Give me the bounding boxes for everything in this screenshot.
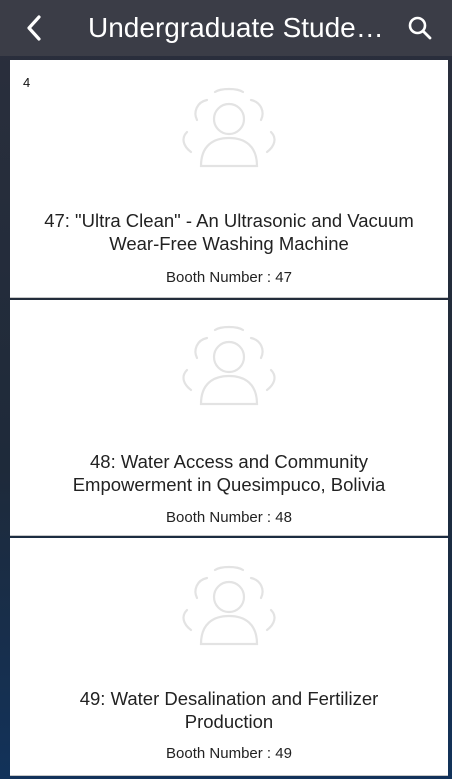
group-avatar-icon <box>182 87 276 168</box>
search-button[interactable] <box>404 12 436 44</box>
project-title: 47: "Ultra Clean" - An Ultrasonic and Va… <box>20 209 438 255</box>
project-list: 4 47: "Ultra Clean" - An Ultrasonic and … <box>10 60 448 778</box>
project-card-49[interactable]: 49: Water Desalination and Fertilizer Pr… <box>10 538 448 776</box>
booth-number: Booth Number : 47 <box>166 269 292 286</box>
project-title-line: Production <box>184 711 274 732</box>
project-card-48[interactable]: 48: Water Access and Community Empowerme… <box>10 300 448 536</box>
project-title: 49: Water Desalination and Fertilizer Pr… <box>20 687 438 733</box>
project-card-47[interactable]: 4 47: "Ultra Clean" - An Ultrasonic and … <box>10 60 448 298</box>
project-title-line: Empowerment in Quesimpuco, Bolivia <box>72 474 386 495</box>
page-title: Undergraduate Student… <box>88 12 388 43</box>
group-avatar-icon <box>182 565 276 646</box>
project-title-line: 49: Water Desalination and Fertilizer <box>79 688 379 709</box>
booth-number: Booth Number : 48 <box>166 509 292 526</box>
project-title: 48: Water Access and Community Empowerme… <box>20 450 438 496</box>
top-bar: Undergraduate Student… <box>0 0 452 56</box>
chevron-left-icon <box>27 15 41 41</box>
project-title-line: Wear-Free Washing Machine <box>109 233 349 254</box>
booth-number: Booth Number : 49 <box>166 745 292 762</box>
project-title-line: 47: "Ultra Clean" - An Ultrasonic and Va… <box>44 210 414 231</box>
group-avatar-icon <box>182 325 276 406</box>
search-icon <box>408 16 432 40</box>
project-title-line: 48: Water Access and Community <box>90 451 368 472</box>
app-screen: Undergraduate Student… 4 47: "Ultra Clea… <box>0 0 452 779</box>
card-badge: 4 <box>23 75 31 90</box>
back-button[interactable] <box>20 12 48 44</box>
